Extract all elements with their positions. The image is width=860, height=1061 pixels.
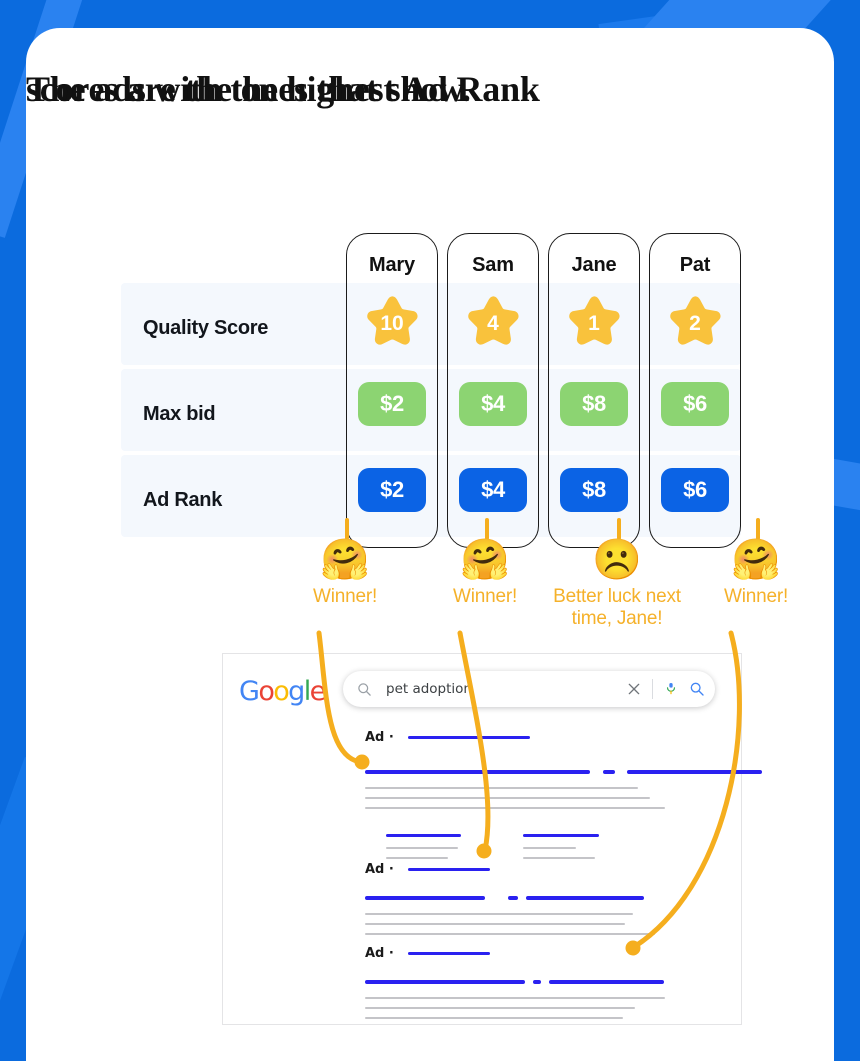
google-logo-letter: o (273, 676, 290, 707)
placeholder-line (365, 1007, 635, 1009)
column-card-sam: Sam 4 $4 $4 (447, 233, 539, 548)
ad-label: Ad · (365, 946, 394, 961)
search-input[interactable]: pet adoption (386, 681, 616, 697)
placeholder-line (408, 952, 490, 955)
hugging-face-emoji: 🤗 (731, 537, 781, 583)
page-title-line-2: scores are the ones that show. (26, 69, 471, 109)
search-submit-icon[interactable] (689, 681, 705, 697)
max-bid-pill: $2 (358, 382, 426, 426)
placeholder-line (365, 923, 625, 925)
column-card-jane: Jane 1 $8 $8 (548, 233, 640, 548)
ad-label: Ad · (365, 730, 394, 745)
max-bid-pill: $8 (560, 382, 628, 426)
placeholder-line (365, 913, 633, 915)
comparison-table: Quality Score Max bid Ad Rank Mary 10 $2… (121, 233, 741, 553)
ad-rank-pill: $6 (661, 468, 729, 512)
ad-result-block[interactable]: Ad · (223, 730, 762, 859)
quality-score-value: 2 (689, 312, 701, 335)
ad-result-block[interactable]: Ad · (223, 946, 743, 1061)
placeholder-line (365, 933, 655, 935)
infographic-card: The ads with the highest Ad Rank scores … (26, 28, 834, 1061)
google-serp-mockup: Google pet adoption Ad · Ad · Ad · (222, 653, 762, 1025)
column-card-pat: Pat 2 $6 $6 (649, 233, 741, 548)
column-name: Pat (679, 254, 711, 276)
frowning-face-emoji: ☹️ (592, 537, 642, 583)
placeholder-line (627, 770, 762, 774)
placeholder-line (523, 847, 576, 849)
google-logo-letter: e (309, 676, 327, 707)
max-bid-pill: $4 (459, 382, 527, 426)
star-icon: 4 (462, 292, 524, 354)
placeholder-line (365, 770, 590, 774)
column-name: Jane (571, 254, 617, 276)
outcome-jane: ☹️ Better luck next time, Jane! (537, 518, 697, 629)
placeholder-line (365, 896, 485, 900)
placeholder-line (523, 857, 595, 859)
column-name: Sam (472, 254, 514, 276)
star-icon: 1 (563, 292, 625, 354)
row-label-max-bid: Max bid (143, 403, 216, 425)
placeholder-line (365, 797, 650, 799)
star-icon: 2 (664, 292, 726, 354)
google-logo-letter: g (288, 676, 305, 707)
placeholder-line (365, 980, 525, 984)
ad-rank-pill: $2 (358, 468, 426, 512)
search-bar[interactable]: pet adoption (343, 671, 715, 707)
max-bid-pill: $6 (661, 382, 729, 426)
placeholder-line (523, 834, 599, 837)
placeholder-line (365, 807, 665, 809)
ad-label: Ad · (365, 862, 394, 877)
placeholder-line (408, 736, 530, 739)
placeholder-line (508, 896, 518, 900)
placeholder-line (365, 1017, 623, 1019)
outcome-label: Winner! (723, 586, 789, 607)
microphone-icon[interactable] (663, 681, 679, 697)
outcome-label: Better luck next time, Jane! (553, 586, 681, 629)
hugging-face-emoji: 🤗 (320, 537, 370, 583)
divider (652, 679, 653, 699)
placeholder-line (386, 857, 448, 859)
placeholder-line (526, 896, 644, 900)
quality-score-value: 10 (380, 312, 404, 335)
placeholder-line (603, 770, 615, 774)
search-icon (358, 682, 371, 696)
outcome-mary: 🤗 Winner! (265, 518, 425, 628)
star-icon: 10 (361, 292, 423, 354)
close-icon[interactable] (626, 681, 642, 697)
placeholder-line (365, 997, 665, 999)
quality-score-value: 4 (487, 312, 499, 335)
ad-rank-pill: $4 (459, 468, 527, 512)
outcome-label: Winner! (312, 586, 378, 607)
placeholder-line (408, 868, 490, 871)
placeholder-line (365, 787, 638, 789)
placeholder-line (533, 980, 541, 984)
placeholder-line (386, 834, 461, 837)
row-label-ad-rank: Ad Rank (143, 489, 223, 511)
column-card-mary: Mary 10 $2 $2 (346, 233, 438, 548)
placeholder-line (549, 980, 664, 984)
ad-rank-pill: $8 (560, 468, 628, 512)
google-logo-letter: G (239, 676, 260, 707)
google-logo-letter: o (258, 676, 275, 707)
placeholder-line (386, 847, 458, 849)
row-label-quality-score: Quality Score (143, 317, 269, 339)
quality-score-value: 1 (588, 312, 600, 335)
outcome-pat: 🤗 Winner! (676, 518, 834, 628)
column-name: Mary (369, 254, 415, 276)
google-logo: Google (239, 676, 327, 707)
